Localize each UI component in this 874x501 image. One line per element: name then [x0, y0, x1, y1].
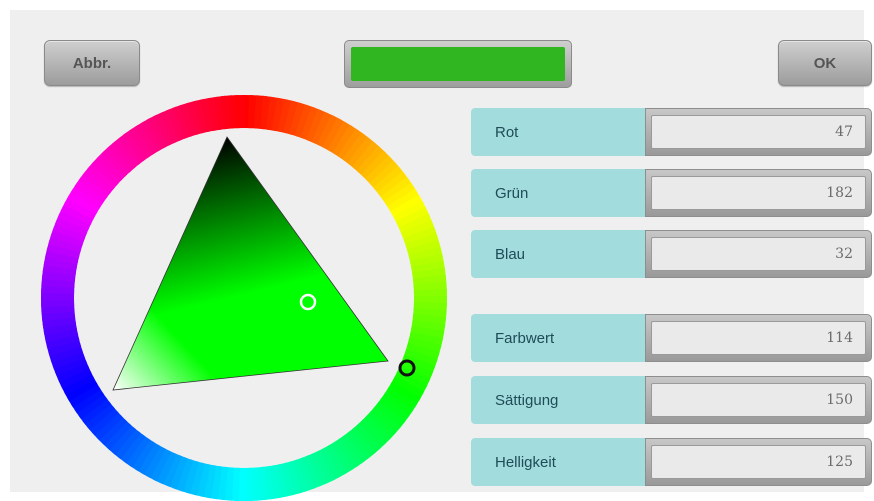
saettigung-row: Sättigung 150 — [471, 376, 872, 424]
color-picker-dialog: Abbr. OK Rot 47 Grün 182 Blau 32 Farbwer… — [10, 10, 872, 501]
saettigung-field[interactable]: 150 — [645, 376, 872, 424]
rot-label: Rot — [471, 108, 645, 156]
helligkeit-value[interactable]: 125 — [651, 445, 866, 479]
blau-field[interactable]: 32 — [645, 230, 872, 278]
saettigung-value[interactable]: 150 — [651, 383, 866, 417]
cancel-button[interactable]: Abbr. — [44, 40, 140, 86]
color-preview-swatch — [351, 47, 565, 81]
saettigung-label: Sättigung — [471, 376, 645, 424]
blau-label: Blau — [471, 230, 645, 278]
color-preview — [344, 40, 572, 88]
rot-value[interactable]: 47 — [651, 115, 866, 149]
gruen-field[interactable]: 182 — [645, 169, 872, 217]
saturation-value-triangle[interactable] — [112, 136, 389, 391]
rot-row: Rot 47 — [471, 108, 872, 156]
helligkeit-field[interactable]: 125 — [645, 438, 872, 486]
helligkeit-row: Helligkeit 125 — [471, 438, 872, 486]
helligkeit-label: Helligkeit — [471, 438, 645, 486]
blau-row: Blau 32 — [471, 230, 872, 278]
gruen-value[interactable]: 182 — [651, 176, 866, 210]
color-wheel[interactable] — [41, 95, 447, 501]
rot-field[interactable]: 47 — [645, 108, 872, 156]
farbwert-field[interactable]: 114 — [645, 314, 872, 362]
gruen-row: Grün 182 — [471, 169, 872, 217]
farbwert-row: Farbwert 114 — [471, 314, 872, 362]
blau-value[interactable]: 32 — [651, 237, 866, 271]
ok-button[interactable]: OK — [778, 40, 872, 86]
gruen-label: Grün — [471, 169, 645, 217]
farbwert-value[interactable]: 114 — [651, 321, 866, 355]
farbwert-label: Farbwert — [471, 314, 645, 362]
